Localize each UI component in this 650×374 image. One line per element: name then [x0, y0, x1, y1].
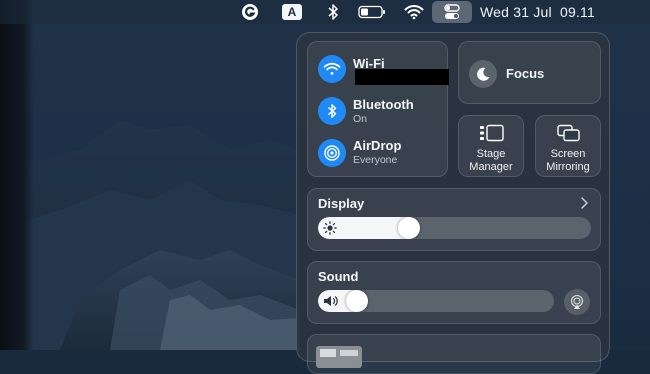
airdrop-label[interactable]: AirDrop: [353, 138, 401, 153]
control-center-icon[interactable]: [432, 1, 472, 23]
menubar-time[interactable]: 09.11: [560, 0, 595, 24]
bluetooth-icon[interactable]: [324, 0, 342, 24]
airdrop-icon: [324, 145, 340, 161]
moon-icon: [477, 67, 490, 81]
stage-manager-button[interactable]: Stage Manager: [458, 115, 524, 177]
bluetooth-toggle[interactable]: [318, 97, 346, 125]
wifi-toggle[interactable]: [318, 55, 346, 83]
focus-circle: [469, 60, 497, 88]
menubar-date[interactable]: Wed 31 Jul: [480, 0, 552, 24]
speaker-icon: [324, 296, 338, 306]
airplay-audio-button[interactable]: [564, 289, 590, 315]
airdrop-status: Everyone: [353, 154, 398, 166]
stage-manager-label-line1: Stage: [476, 148, 506, 160]
input-source-label: A: [287, 5, 297, 19]
bluetooth-label[interactable]: Bluetooth: [353, 97, 414, 112]
connectivity-module: Wi-Fi Bluetooth On AirDrop Everyone: [307, 41, 449, 177]
focus-label: Focus: [506, 66, 545, 81]
volume-knob[interactable]: [345, 290, 368, 312]
volume-slider[interactable]: [318, 290, 554, 312]
wifi-network-redacted: [355, 69, 449, 85]
display-module: Display: [307, 188, 601, 251]
stage-manager-icon: [480, 124, 504, 142]
sound-label: Sound: [318, 269, 359, 284]
screen-mirroring-icon: [557, 124, 580, 142]
screen-mirroring-label-line1: Screen: [550, 148, 586, 160]
album-artwork: [316, 346, 362, 368]
bluetooth-icon: [327, 104, 337, 118]
now-playing-module[interactable]: [307, 334, 601, 374]
menu-bar: A Wed 31 Jul 09.11: [0, 0, 650, 24]
brightness-knob[interactable]: [398, 217, 421, 239]
airdrop-toggle[interactable]: [318, 139, 346, 167]
control-center-panel: Wi-Fi Bluetooth On AirDrop Everyone Focu…: [296, 32, 610, 374]
screen-mirroring-button[interactable]: Screen Mirroring: [535, 115, 601, 177]
brightness-slider[interactable]: [318, 217, 591, 239]
wifi-icon[interactable]: [403, 0, 425, 24]
chevron-right-icon[interactable]: [580, 197, 590, 209]
stage-manager-label-line2: Manager: [469, 160, 513, 173]
bluetooth-status: On: [353, 113, 368, 125]
screen-mirroring-label-line2: Mirroring: [546, 160, 590, 173]
input-source-icon[interactable]: A: [281, 0, 303, 24]
airplay-audio-icon: [570, 294, 584, 309]
sound-module: Sound: [307, 261, 601, 324]
grammarly-icon[interactable]: [239, 0, 261, 24]
sun-icon: [323, 221, 337, 235]
focus-button[interactable]: Focus: [458, 41, 601, 104]
wifi-icon: [323, 62, 341, 75]
battery-icon[interactable]: [357, 0, 387, 24]
display-label: Display: [318, 196, 365, 211]
